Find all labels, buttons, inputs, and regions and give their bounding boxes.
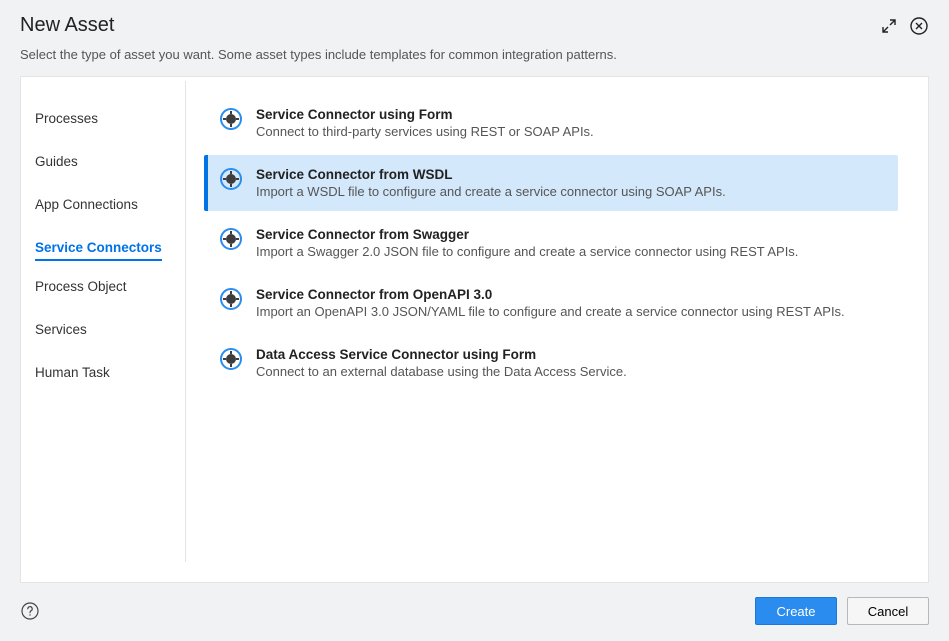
dialog-title: New Asset bbox=[20, 14, 114, 37]
sidebar-item-guides[interactable]: Guides bbox=[35, 144, 78, 179]
sidebar-item-services[interactable]: Services bbox=[35, 312, 87, 347]
asset-title: Service Connector using Form bbox=[256, 107, 886, 122]
header-icons bbox=[879, 16, 929, 36]
dialog-footer: Create Cancel bbox=[0, 583, 949, 641]
gear-icon bbox=[220, 228, 242, 250]
dialog-header: New Asset bbox=[0, 0, 949, 47]
asset-title: Service Connector from WSDL bbox=[256, 167, 886, 182]
dialog-instruction: Select the type of asset you want. Some … bbox=[0, 47, 949, 76]
asset-item-form[interactable]: Service Connector using Form Connect to … bbox=[204, 95, 898, 151]
sidebar-item-human-task[interactable]: Human Task bbox=[35, 355, 110, 390]
sidebar-item-process-object[interactable]: Process Object bbox=[35, 269, 127, 304]
asset-item-data-access[interactable]: Data Access Service Connector using Form… bbox=[204, 335, 898, 391]
sidebar-item-processes[interactable]: Processes bbox=[35, 101, 98, 136]
asset-description: Connect to an external database using th… bbox=[256, 364, 886, 379]
asset-description: Connect to third-party services using RE… bbox=[256, 124, 886, 139]
sidebar-item-service-connectors[interactable]: Service Connectors bbox=[35, 230, 162, 261]
sidebar: Processes Guides App Connections Service… bbox=[21, 81, 186, 562]
asset-item-openapi[interactable]: Service Connector from OpenAPI 3.0 Impor… bbox=[204, 275, 898, 331]
sidebar-item-app-connections[interactable]: App Connections bbox=[35, 187, 138, 222]
help-icon[interactable] bbox=[20, 601, 40, 621]
expand-icon[interactable] bbox=[879, 16, 899, 36]
asset-description: Import a WSDL file to configure and crea… bbox=[256, 184, 886, 199]
asset-title: Service Connector from OpenAPI 3.0 bbox=[256, 287, 886, 302]
asset-title: Service Connector from Swagger bbox=[256, 227, 886, 242]
close-icon[interactable] bbox=[909, 16, 929, 36]
asset-item-swagger[interactable]: Service Connector from Swagger Import a … bbox=[204, 215, 898, 271]
asset-description: Import a Swagger 2.0 JSON file to config… bbox=[256, 244, 886, 259]
gear-icon bbox=[220, 168, 242, 190]
gear-icon bbox=[220, 348, 242, 370]
cancel-button[interactable]: Cancel bbox=[847, 597, 929, 625]
asset-title: Data Access Service Connector using Form bbox=[256, 347, 886, 362]
content-panel: Processes Guides App Connections Service… bbox=[20, 76, 929, 583]
gear-icon bbox=[220, 108, 242, 130]
create-button[interactable]: Create bbox=[755, 597, 837, 625]
asset-list: Service Connector using Form Connect to … bbox=[186, 77, 928, 582]
asset-description: Import an OpenAPI 3.0 JSON/YAML file to … bbox=[256, 304, 886, 319]
asset-item-wsdl[interactable]: Service Connector from WSDL Import a WSD… bbox=[204, 155, 898, 211]
gear-icon bbox=[220, 288, 242, 310]
